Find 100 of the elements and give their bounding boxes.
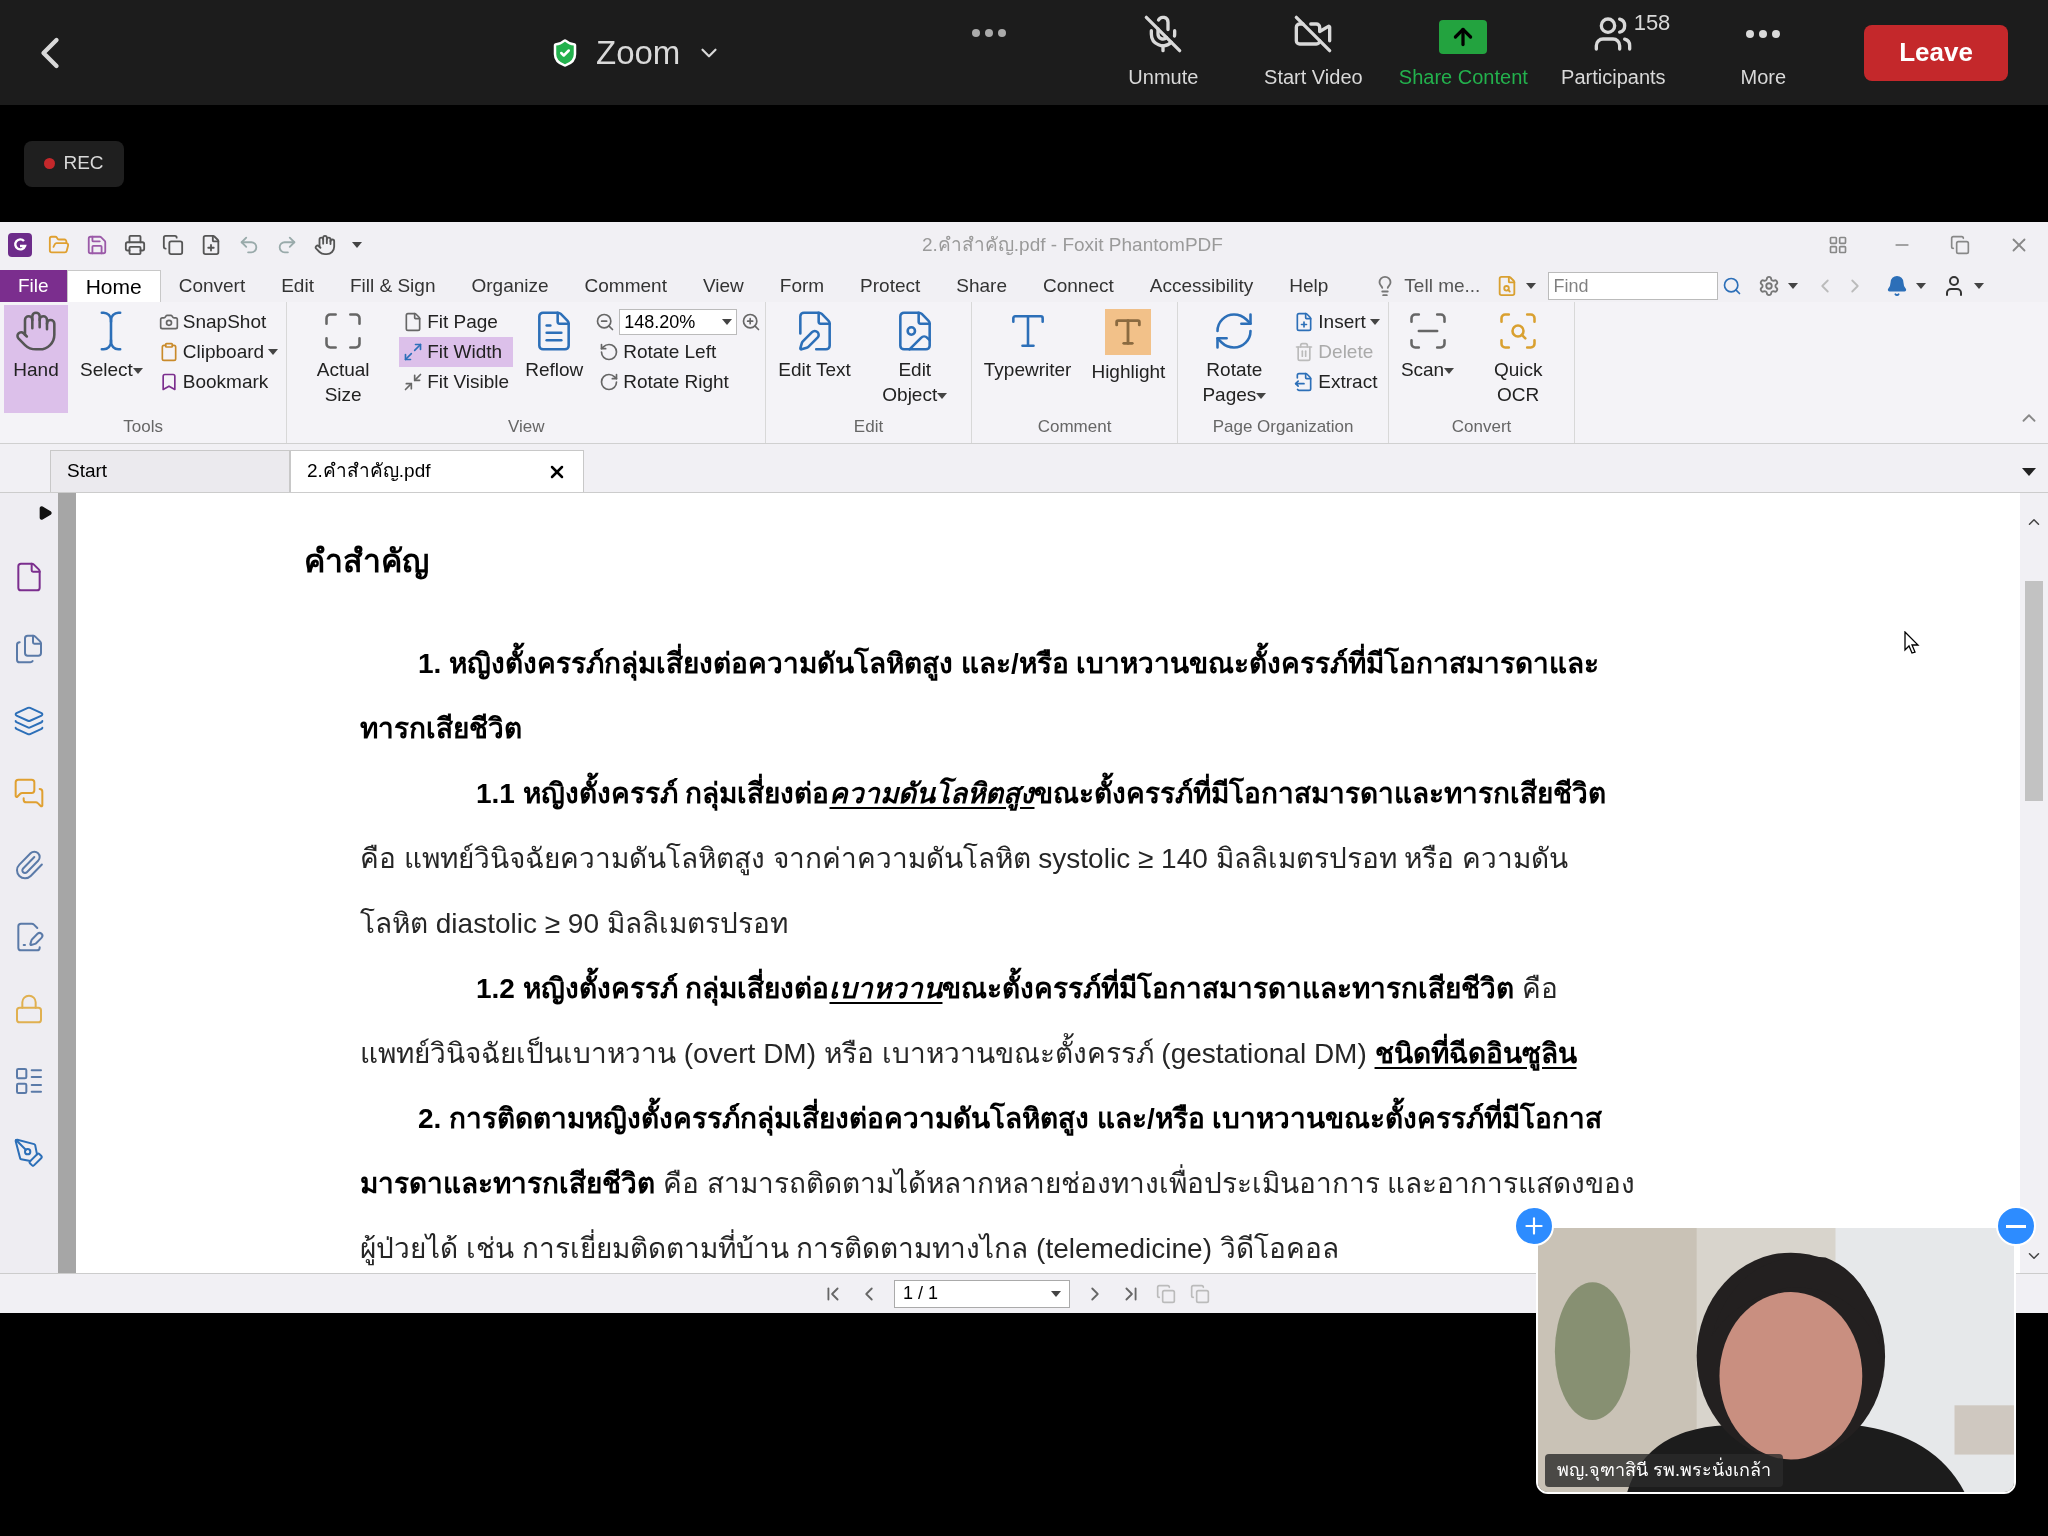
- page-icon: [403, 312, 424, 332]
- ribbon-button[interactable]: Extract: [1290, 367, 1384, 397]
- ribbon-tab[interactable]: Home: [66, 270, 161, 302]
- ribbon-button[interactable]: Bookmark: [154, 367, 283, 397]
- new-file-icon[interactable]: [200, 234, 222, 256]
- tell-me-field[interactable]: Tell me...: [1404, 271, 1481, 301]
- meeting-control[interactable]: Share Content: [1396, 19, 1531, 92]
- ribbon-tab[interactable]: Fill & Sign: [331, 270, 454, 302]
- meeting-control[interactable]: Start Video: [1246, 13, 1381, 92]
- document-line: ทารกเสียชีวิต: [360, 712, 522, 746]
- restore-icon[interactable]: [1950, 235, 1970, 255]
- document-line: 2. การติดตามหญิงตั้งครรภ์กลุ่มเสี่ยงต่อความดันโลหิตสูง และ/หรือ เบาหวานขณะตั้งครรภ์ที่มีโอกาส: [360, 1086, 1603, 1151]
- zoom-in-icon[interactable]: [741, 312, 762, 332]
- document-line: โลหิต diastolic ≥ 90 มิลลิเมตรปรอท: [360, 907, 788, 941]
- caret-icon: [1788, 283, 1799, 289]
- hand-icon[interactable]: [314, 234, 336, 256]
- ribbon-tab[interactable]: Help: [1271, 270, 1347, 302]
- ribbon-button[interactable]: Edit Text: [770, 305, 859, 413]
- ribbon-tab[interactable]: View: [684, 270, 762, 302]
- leave-button[interactable]: Leave: [1864, 24, 2008, 81]
- ribbon-button[interactable]: Clipboard: [154, 337, 283, 367]
- more-icon[interactable]: [1746, 29, 1781, 38]
- document-tab[interactable]: 2.คำสำคัญ.pdf: [290, 450, 584, 492]
- find-field[interactable]: Find: [1548, 272, 1719, 300]
- group-label: Tools: [123, 416, 163, 438]
- ribbon-button[interactable]: Actual Size: [291, 305, 396, 413]
- ribbon-button[interactable]: Hand: [4, 305, 68, 413]
- settings-icon[interactable]: [1758, 275, 1781, 297]
- ribbon-button[interactable]: Scan: [1392, 305, 1463, 413]
- ribbon-button[interactable]: Reflow: [517, 305, 592, 413]
- document-line: 1.1 หญิงตั้งครรภ์ กลุ่มเสี่ยงต่อความดันโลหิตสูงขณะตั้งครรภ์ที่มีโอกาสมารดาและทารกเสียชีวิต: [360, 761, 1607, 826]
- caret-icon: [1916, 283, 1927, 289]
- document-line: คือ แพทย์วินิจฉัยความดันโลหิตสูง จากค่าความดันโลหิต systolic ≥ 140 มิลลิเมตรปรอท หรือ ความดัน: [360, 842, 1569, 878]
- highlight-text-icon: [1105, 309, 1152, 355]
- ribbon-button[interactable]: Typewriter: [975, 305, 1080, 413]
- save-icon[interactable]: [86, 234, 108, 256]
- rotate-left-icon: [599, 342, 620, 362]
- file-menu[interactable]: File: [0, 270, 67, 302]
- rotate-right-icon: [599, 372, 620, 392]
- ribbon-tab[interactable]: Accessibility: [1131, 270, 1272, 302]
- participant-name: พญ.จุฑาสินี รพ.พระนั่งเกล้า: [1545, 1454, 1783, 1487]
- more-dots-icon[interactable]: [972, 28, 1007, 37]
- ribbon-button[interactable]: Quick OCR: [1466, 305, 1571, 413]
- insert-page-icon: [1294, 312, 1315, 332]
- meeting-control[interactable]: Unmute: [1096, 13, 1231, 92]
- mouse-cursor-icon: [1904, 631, 1920, 655]
- zoom-field[interactable]: 148.20%: [619, 309, 738, 335]
- grid-icon[interactable]: [1828, 235, 1848, 255]
- camera-icon: [158, 312, 179, 332]
- ribbon-tab[interactable]: Protect: [842, 270, 939, 302]
- ribbon-button[interactable]: Rotate Left: [595, 337, 762, 367]
- meeting-control[interactable]: More: [1696, 13, 1831, 92]
- form-fields-icon[interactable]: [13, 1065, 45, 1097]
- document-tab[interactable]: Start: [50, 450, 290, 492]
- delete-page-icon: [1294, 342, 1315, 362]
- window-title: 2.คำสำคัญ.pdf - Foxit PhantomPDF: [922, 232, 1223, 257]
- ribbon-button[interactable]: Fit Width: [399, 337, 514, 367]
- undo-icon[interactable]: [238, 234, 260, 256]
- scrollbar-thumb[interactable]: [2025, 581, 2043, 801]
- ribbon-tab[interactable]: Organize: [453, 270, 567, 302]
- ribbon-tab[interactable]: Connect: [1025, 270, 1132, 302]
- layers-icon[interactable]: [13, 705, 45, 737]
- zoom-out-icon[interactable]: [595, 312, 616, 332]
- ribbon-button[interactable]: Highlight: [1083, 305, 1174, 413]
- video-off-icon: [1293, 13, 1334, 54]
- ribbon-button[interactable]: Rotate Right: [595, 367, 762, 397]
- ribbon-tab[interactable]: Convert: [160, 270, 264, 302]
- document-line: 1. หญิงตั้งครรภ์กลุ่มเสี่ยงต่อความดันโลหิตสูง และ/หรือ เบาหวานขณะตั้งครรภ์ที่มีโอกาสมารดาและ: [360, 631, 1600, 696]
- recording-badge: REC: [24, 140, 124, 187]
- bell-icon[interactable]: [1886, 275, 1909, 297]
- ribbon-tab[interactable]: Form: [761, 270, 843, 302]
- hand-icon: [14, 309, 58, 353]
- ribbon-button[interactable]: Edit Object: [862, 305, 967, 413]
- redo-icon[interactable]: [276, 234, 298, 256]
- ribbon-tab[interactable]: Share: [938, 270, 1025, 302]
- caret-icon: [1526, 283, 1537, 289]
- ribbon-button[interactable]: Select: [72, 305, 151, 413]
- ribbon-tab[interactable]: Comment: [566, 270, 685, 302]
- ribbon-button[interactable]: Rotate Pages: [1182, 305, 1287, 413]
- ribbon-tab[interactable]: Edit: [263, 270, 332, 302]
- minus-icon: [2006, 1224, 2026, 1228]
- expand-icon[interactable]: [37, 505, 53, 521]
- group-label: Edit: [853, 416, 884, 438]
- ribbon-button[interactable]: SnapShot: [154, 307, 283, 337]
- ribbon-button[interactable]: Insert: [1290, 307, 1384, 337]
- customize-caret-icon: [352, 242, 362, 248]
- document-line: แพทย์วินิจฉัยเป็นเบาหวาน (overt DM) หรือ เบาหวานขณะตั้งครรภ์ (gestational DM) ชนิดที่ฉีดอินซูลิน: [360, 1021, 1577, 1086]
- pages-icon[interactable]: [13, 633, 45, 665]
- muted-microphone-icon: [1143, 13, 1184, 54]
- group-label: Convert: [1451, 416, 1512, 438]
- page-number-field[interactable]: 1 / 1: [894, 1279, 1070, 1308]
- ribbon-button[interactable]: Fit Visible: [399, 367, 514, 397]
- pen-icon[interactable]: [13, 1137, 45, 1169]
- meeting-title[interactable]: Zoom: [596, 27, 681, 78]
- window-icon[interactable]: [162, 234, 184, 256]
- tab-list-caret-icon[interactable]: [2022, 468, 2036, 476]
- paperclip-icon[interactable]: [13, 849, 45, 881]
- ribbon-button[interactable]: Fit Page: [399, 307, 514, 337]
- search-icon[interactable]: [1722, 276, 1743, 296]
- print-icon[interactable]: [124, 234, 146, 256]
